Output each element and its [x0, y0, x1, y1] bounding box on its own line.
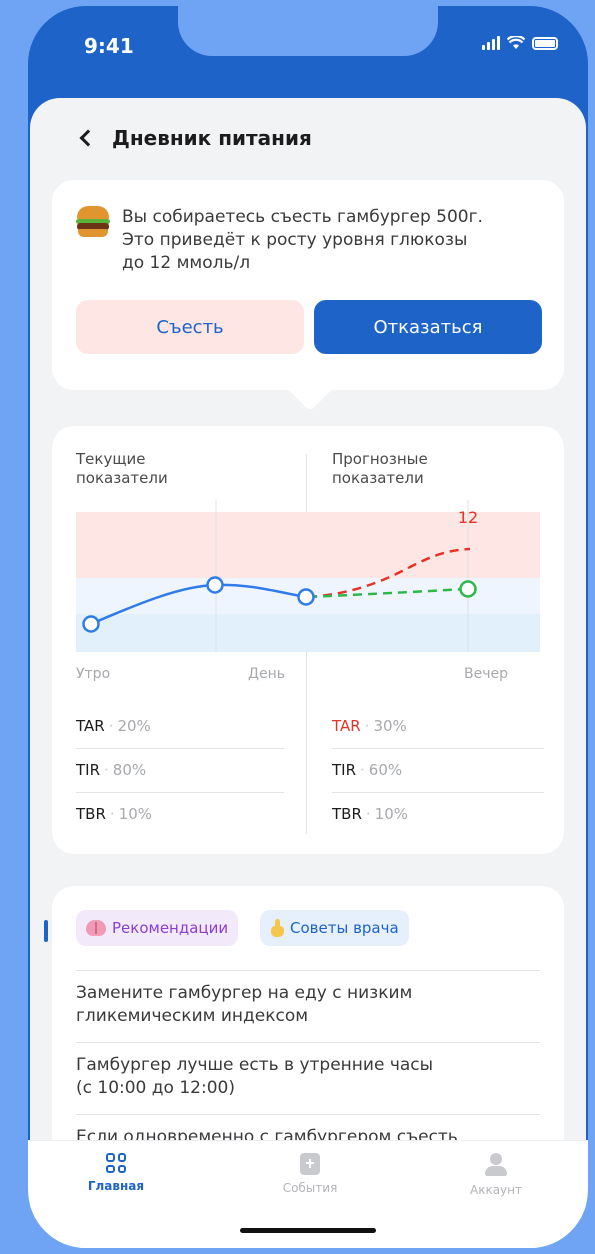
peak-label: 12 [458, 508, 478, 527]
metric-label: TAR [76, 717, 105, 735]
current-indicators-title: Текущие показатели [76, 450, 196, 488]
alert-line: Это приведёт к росту уровня глюкозы [122, 230, 468, 250]
tip-line: (с 10:00 до 12:00) [76, 1078, 235, 1098]
forecast-indicators-title: Прогнозные показатели [332, 450, 452, 488]
tip-line: Гамбургер лучше есть в утренние часы [76, 1055, 434, 1075]
alert-text: Вы собираетесь съесть гамбургер 500г. Эт… [122, 206, 542, 275]
metric-row-forecast-tir: TIR · 60% [332, 761, 403, 779]
tab-account[interactable]: Аккаунт [446, 1153, 546, 1197]
divider [332, 792, 544, 793]
refuse-button[interactable]: Отказаться [314, 300, 542, 354]
metric-value: 10% [118, 805, 153, 823]
metric-label: TIR [76, 761, 101, 779]
metric-row-forecast-tar: TAR · 30% [332, 717, 407, 735]
metric-row-forecast-tbr: TBR · 10% [332, 805, 409, 823]
grid-icon [106, 1153, 126, 1173]
tip-item: Гамбургер лучше есть в утренние часы (с … [76, 1054, 540, 1100]
tip-item: Замените гамбургер на еду с низким глике… [76, 982, 540, 1028]
divider [76, 792, 284, 793]
forecast-point [459, 580, 477, 598]
notch [178, 6, 438, 56]
section-indicator [44, 920, 48, 942]
status-time: 9:41 [84, 34, 134, 58]
pointing-hand-icon [270, 919, 284, 937]
metric-row-current-tbr: TBR · 10% [76, 805, 153, 823]
tab-events[interactable]: События [260, 1153, 360, 1195]
metric-label: TIR [332, 761, 357, 779]
chip-doctor-advice[interactable]: Советы врача [260, 910, 409, 946]
metric-label: TBR [76, 805, 106, 823]
tab-home[interactable]: Главная [66, 1153, 166, 1193]
alert-line: Вы собираетесь съесть гамбургер 500г. [122, 207, 483, 227]
status-icons [482, 36, 558, 50]
x-label-day: День [248, 666, 285, 682]
data-point [206, 576, 224, 594]
document-plus-icon [300, 1153, 320, 1175]
tip-line: гликемическим индексом [76, 1006, 309, 1026]
metric-value: 80% [112, 761, 147, 779]
alert-line: до 12 ммоль/л [122, 253, 251, 273]
divider [76, 748, 284, 749]
metric-value: 10% [374, 805, 409, 823]
x-label-evening: Вечер [464, 666, 508, 682]
tab-label: События [282, 1181, 338, 1195]
battery-icon [532, 36, 558, 50]
tab-label: Главная [87, 1179, 145, 1193]
title-line: Прогнозные [332, 450, 428, 468]
phone-frame: 9:41 Дневник питания Вы собираетесь съес… [28, 6, 588, 1248]
burger-icon [76, 206, 110, 238]
meal-alert-card: Вы собираетесь съесть гамбургер 500г. Эт… [52, 180, 564, 412]
metric-label: TBR [332, 805, 362, 823]
x-label-morning: Утро [76, 666, 110, 682]
main-sheet: Дневник питания Вы собираетесь съесть га… [30, 98, 586, 1248]
chip-label: Советы врача [290, 919, 399, 937]
tab-label: Аккаунт [470, 1183, 522, 1197]
chip-recommendations[interactable]: Рекомендации [76, 910, 239, 946]
eat-button[interactable]: Съесть [76, 300, 304, 354]
metric-value: 30% [373, 717, 407, 735]
home-indicator [240, 1228, 376, 1233]
data-point [82, 615, 100, 633]
metric-label: TAR [332, 717, 361, 735]
data-point [297, 588, 315, 606]
low-zone [76, 614, 540, 652]
chip-label: Рекомендации [112, 919, 229, 937]
title-line: показатели [332, 469, 424, 487]
header: Дневник питания [76, 126, 312, 150]
back-chevron-icon[interactable] [79, 129, 97, 147]
metric-value: 60% [368, 761, 403, 779]
user-icon [485, 1153, 507, 1177]
metric-value: 20% [117, 717, 151, 735]
brain-icon [86, 920, 106, 936]
glucose-chart-card: Текущие показатели Прогнозные показатели [52, 426, 564, 854]
divider [76, 1042, 540, 1043]
metric-row-current-tar: TAR · 20% [76, 717, 151, 735]
wifi-icon [507, 36, 525, 49]
page-title: Дневник питания [112, 126, 312, 150]
tip-line: Замените гамбургер на еду с низким [76, 983, 413, 1003]
divider [332, 748, 544, 749]
signal-icon [482, 36, 500, 50]
divider [76, 1114, 540, 1115]
divider [76, 970, 540, 971]
alert-message: Вы собираетесь съесть гамбургер 500г. Эт… [76, 206, 542, 275]
metric-row-current-tir: TIR · 80% [76, 761, 147, 779]
title-line: Текущие [76, 450, 146, 468]
title-line: показатели [76, 469, 168, 487]
